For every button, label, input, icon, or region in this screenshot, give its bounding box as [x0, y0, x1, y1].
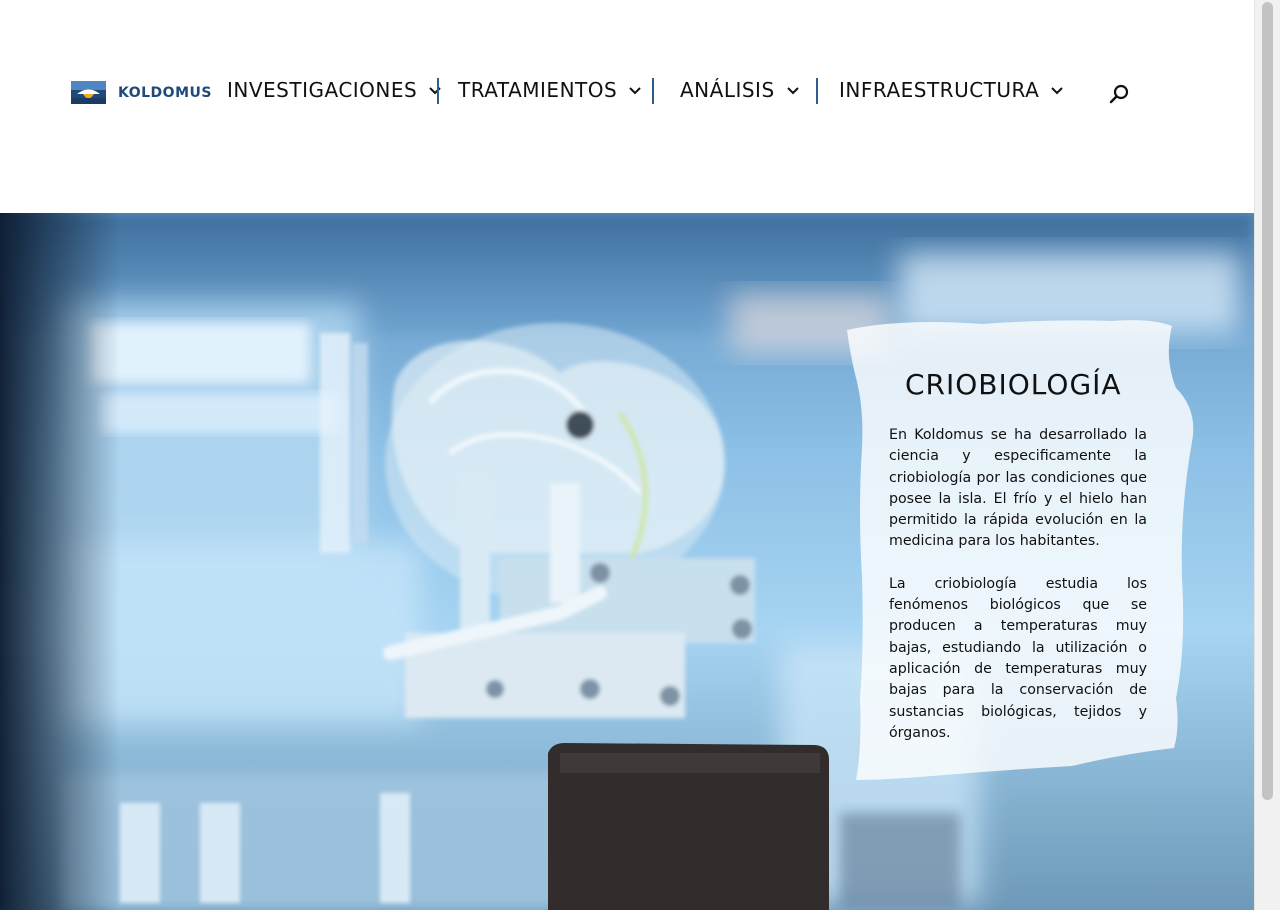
brand-logo[interactable]: KOLDOMUS [71, 81, 212, 104]
brand-name: KOLDOMUS [118, 84, 212, 101]
nav-label: TRATAMIENTOS [458, 78, 618, 102]
chevron-down-icon [629, 87, 641, 95]
nav-label: INFRAESTRUCTURA [839, 78, 1040, 102]
site-header: KOLDOMUS INVESTIGACIONES TRATAMIENTOS AN… [0, 0, 1254, 213]
nav-item-investigaciones[interactable]: INVESTIGACIONES [227, 78, 443, 102]
hero-banner: CRIOBIOLOGÍA En Koldomus se ha desarroll… [0, 213, 1254, 910]
page-scrollbar[interactable] [1254, 0, 1280, 910]
nav-item-tratamientos[interactable]: TRATAMIENTOS [458, 78, 643, 102]
logo-mark-icon [71, 81, 106, 104]
nav-label: ANÁLISIS [680, 78, 775, 102]
info-card: CRIOBIOLOGÍA En Koldomus se ha desarroll… [842, 318, 1197, 783]
chevron-down-icon [786, 87, 799, 95]
nav-item-analisis[interactable]: ANÁLISIS [680, 78, 801, 102]
card-paragraph: La criobiología estudia los fenómenos bi… [889, 575, 1147, 741]
card-title: CRIOBIOLOGÍA [905, 368, 1122, 401]
chevron-down-icon [429, 87, 441, 95]
nav-separator [816, 78, 818, 104]
nav-separator [652, 78, 654, 104]
chevron-down-icon [1051, 87, 1064, 95]
scrollbar-thumb[interactable] [1262, 2, 1273, 800]
nav-label: INVESTIGACIONES [227, 78, 418, 102]
nav-separator [437, 78, 439, 104]
nav-item-infraestructura[interactable]: INFRAESTRUCTURA [839, 78, 1065, 102]
search-icon[interactable] [1108, 83, 1130, 105]
card-body: En Koldomus se ha desarrollado la cienci… [889, 425, 1147, 765]
card-paragraph: En Koldomus se ha desarrollado la cienci… [889, 427, 1147, 550]
